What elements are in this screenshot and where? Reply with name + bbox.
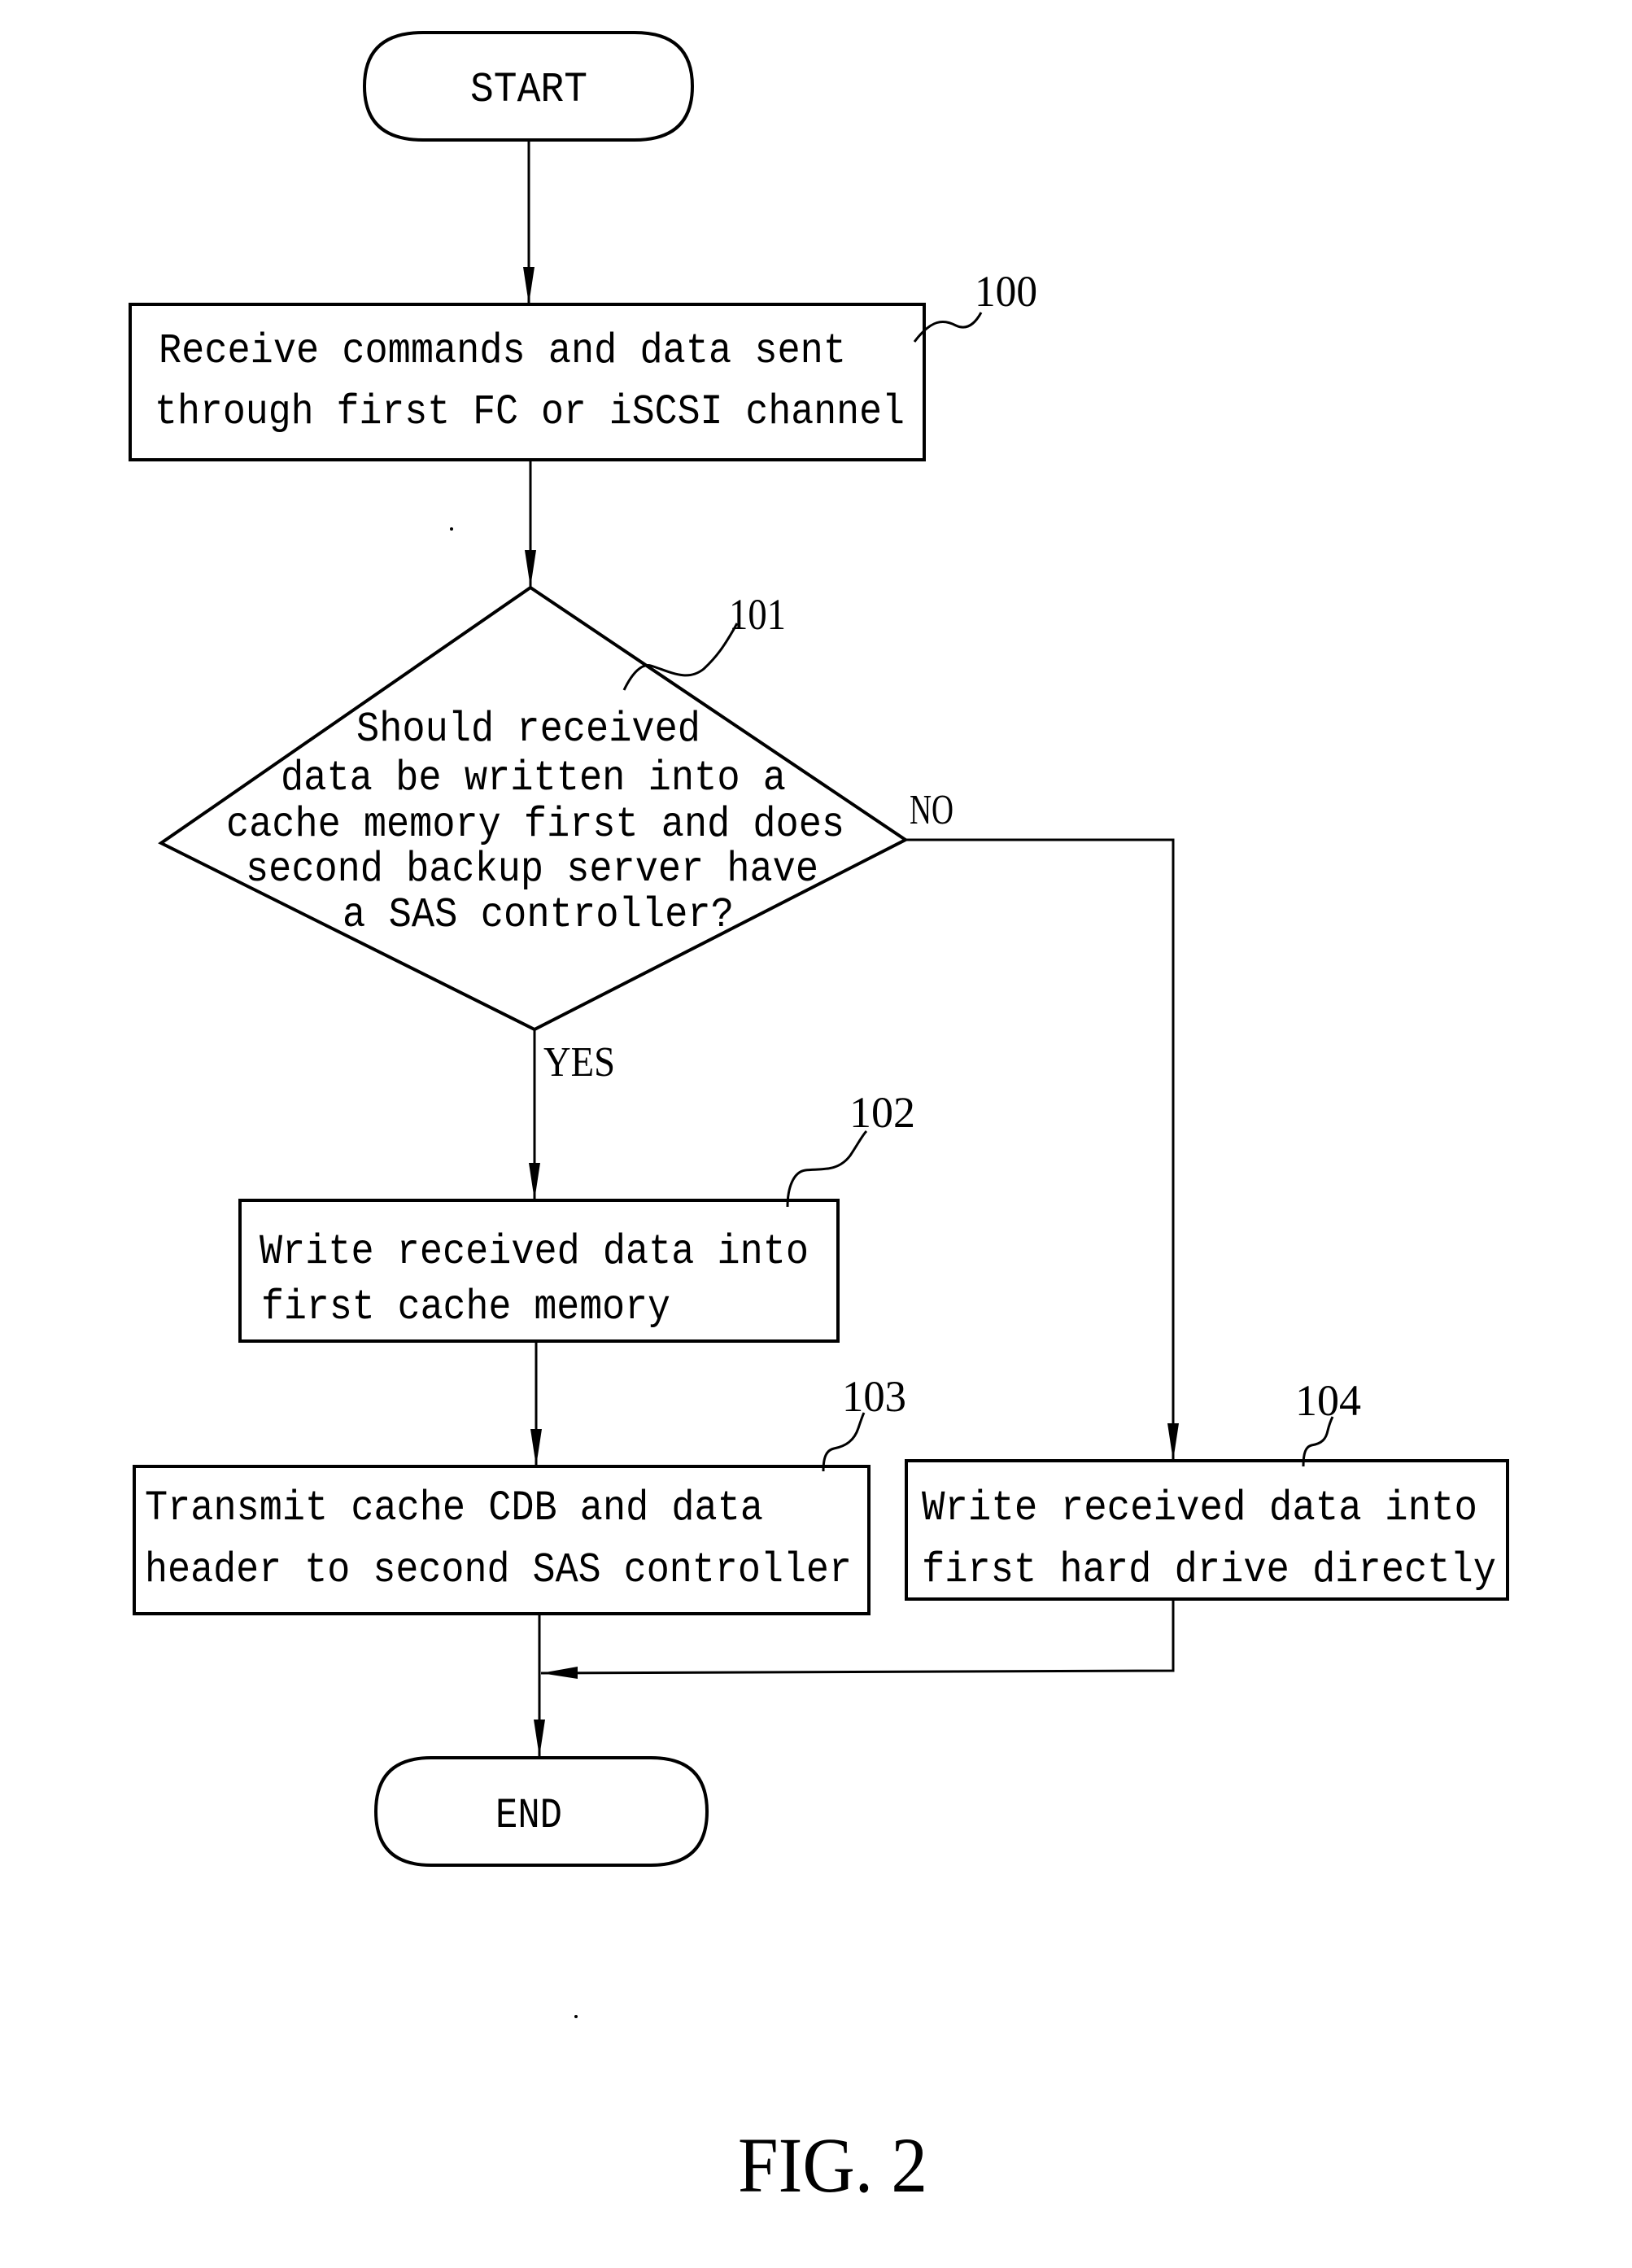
edge-start-to-100 <box>523 140 535 304</box>
start-label: START <box>470 66 587 114</box>
scan-speck <box>450 527 453 531</box>
step-102-line-2: first cache memory <box>261 1283 670 1331</box>
arrowhead-icon <box>534 1720 545 1757</box>
step-103-node: Transmit cache CDB and data header to se… <box>133 1372 906 1615</box>
end-label: END <box>495 1792 562 1840</box>
arrowhead-icon <box>529 1163 540 1200</box>
decision-101-line-5: a SAS controller? <box>343 891 734 939</box>
step-104-line-1: Write received data into <box>922 1484 1477 1532</box>
step-104-ref-number: 104 <box>1295 1376 1361 1425</box>
arrowhead-icon <box>541 1667 578 1679</box>
step-102-leader-line <box>786 1130 868 1208</box>
decision-101-node: Should received data be written into a c… <box>158 585 909 1032</box>
step-103-line-2: header to second SAS controller <box>145 1546 852 1594</box>
arrowhead-icon <box>523 267 535 304</box>
decision-101-line-2: data be written into a <box>281 754 786 802</box>
step-102-line-1: Write received data into <box>260 1228 809 1276</box>
step-100-ref-number: 100 <box>975 267 1037 316</box>
decision-101-line-4: second backup server have <box>246 846 818 894</box>
step-102-node: Write received data into first cache mem… <box>238 1088 915 1343</box>
step-103-ref-number: 103 <box>842 1372 906 1421</box>
decision-101-line-3: cache memory first and does <box>226 801 844 849</box>
yes-branch-label: YES <box>543 1039 615 1086</box>
decision-101-ref-number: 101 <box>729 590 786 639</box>
arrowhead-icon <box>1167 1423 1179 1461</box>
edge-103-to-end <box>534 1614 545 1757</box>
edge-101-to-102-yes: YES <box>529 1029 615 1200</box>
step-104-node: Write received data into first hard driv… <box>905 1376 1509 1601</box>
arrowhead-icon <box>530 1429 542 1466</box>
flowchart-figure: START Receive commands and data sent thr… <box>129 31 1509 2209</box>
start-node: START <box>362 31 695 142</box>
arrowhead-icon <box>525 550 536 588</box>
scan-speck <box>574 2015 578 2018</box>
step-100-line-2: through first FC or iSCSI channel <box>155 388 905 436</box>
edge-100-to-101 <box>525 460 536 588</box>
step-103-line-1: Transmit cache CDB and data <box>145 1484 763 1532</box>
step-104-line-2: first hard drive directly <box>922 1546 1496 1594</box>
step-103-leader-line <box>822 1412 866 1472</box>
decision-101-line-1: Should received <box>356 706 700 754</box>
edge-102-to-103 <box>530 1341 542 1466</box>
no-branch-label: NO <box>910 787 953 833</box>
figure-caption: FIG. 2 <box>738 2122 927 2209</box>
step-100-node: Receive commands and data sent through f… <box>129 267 1037 461</box>
step-100-line-1: Receive commands and data sent <box>159 327 846 375</box>
end-node: END <box>373 1756 709 1867</box>
edge-101-to-104-no: NO <box>905 787 1179 1461</box>
connector-line <box>905 838 1175 1461</box>
step-102-ref-number: 102 <box>849 1088 915 1137</box>
